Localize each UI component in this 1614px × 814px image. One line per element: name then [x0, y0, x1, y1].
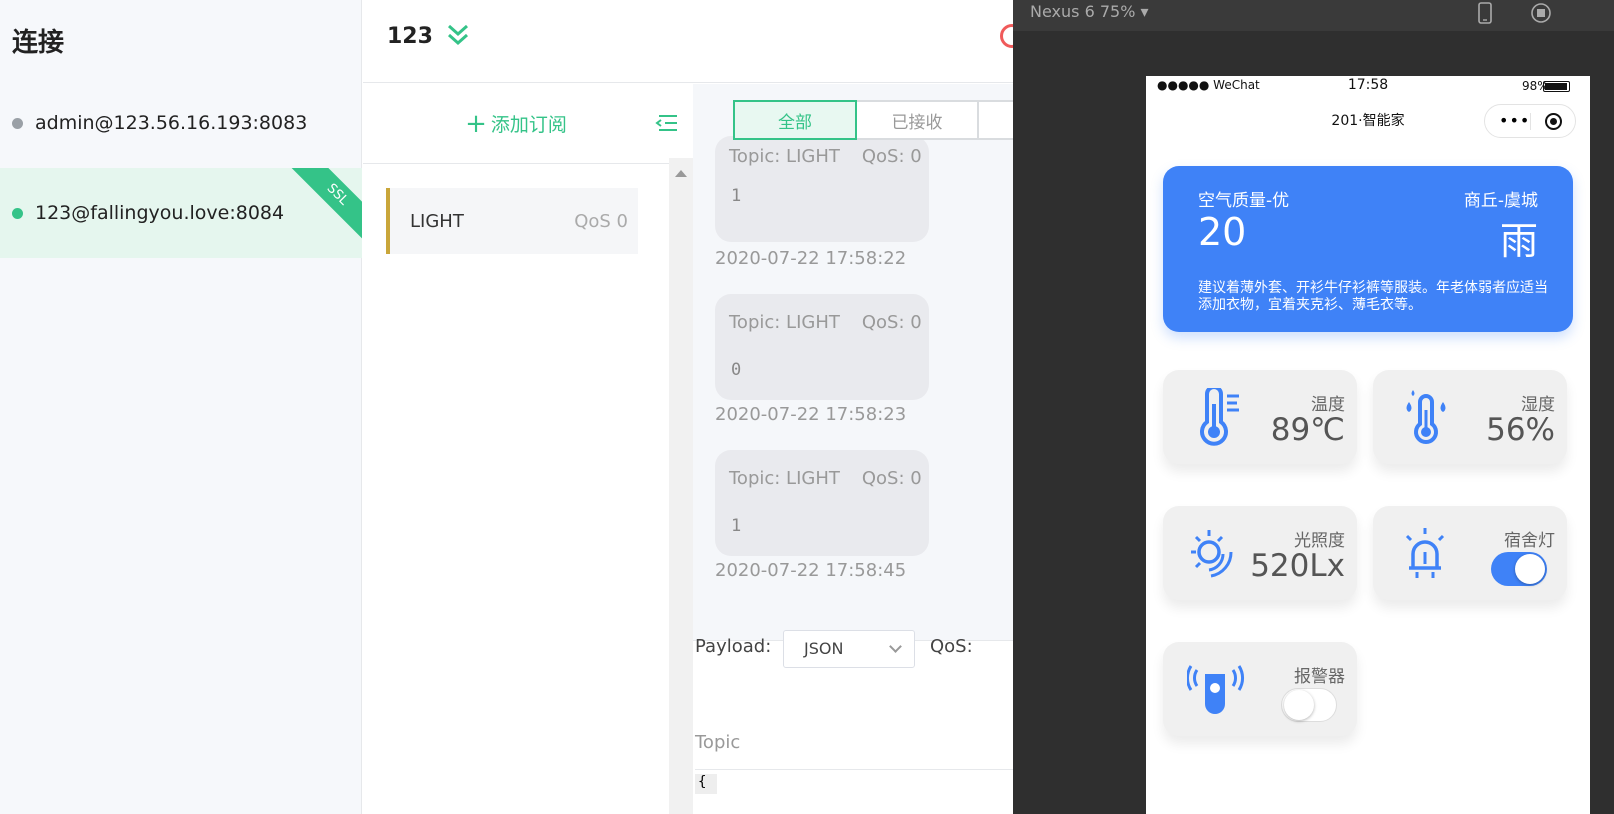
record-icon[interactable] [1530, 2, 1552, 24]
qos-label: QoS: [930, 636, 973, 657]
scroll-up-icon[interactable] [675, 170, 687, 177]
connections-sidebar: 连接 admin@123.56.16.193:8083 123@fallingy… [0, 0, 362, 814]
message-qos: QoS: 0 [861, 146, 922, 167]
close-target-icon[interactable] [1545, 113, 1562, 130]
subscription-qos: QoS 0 [574, 210, 628, 232]
device-select[interactable]: Nexus 6 75% ▾ [1030, 2, 1149, 21]
message-time: 2020-07-22 17:58:22 [715, 248, 907, 269]
control-card-light: 宿舍灯 [1373, 506, 1567, 600]
weather-card: 空气质量-优 20 商丘-虞城 雨 建议着薄外套、开衫牛仔衫裤等服装。年老体弱者… [1163, 166, 1573, 332]
phone-icon[interactable] [1477, 2, 1493, 24]
card-label: 宿舍灯 [1504, 531, 1555, 551]
divider [695, 769, 1013, 770]
toggle-knob [1284, 690, 1314, 720]
message-topic: Topic: LIGHT [729, 146, 840, 167]
sensor-card-humidity: 湿度 56% [1373, 370, 1567, 464]
payload-label: Payload: [695, 636, 772, 657]
message-time: 2020-07-22 17:58:45 [715, 560, 907, 581]
message-payload: 1 [731, 186, 742, 206]
connection-item[interactable]: admin@123.56.16.193:8083 [0, 78, 362, 168]
thermometer-icon [1200, 388, 1239, 446]
connection-label: 123@fallingyou.love:8084 [35, 202, 285, 224]
subscription-topic: LIGHT [410, 210, 464, 232]
payload-format-value: JSON [804, 639, 844, 658]
message-bubble: Topic: LIGHT QoS: 0 0 [715, 294, 929, 400]
chevron-down-icon [889, 640, 902, 653]
message-topic: Topic: LIGHT [729, 312, 840, 333]
tab-sent[interactable] [977, 100, 1013, 140]
message-filter-tabs: 全部 已接收 [733, 100, 1013, 140]
status-dot-icon [12, 207, 23, 219]
subscriptions-panel: + 添加订阅 LIGHT QoS 0 [363, 84, 677, 814]
subscription-item[interactable]: LIGHT QoS 0 [386, 188, 638, 254]
more-icon[interactable]: ••• [1499, 111, 1530, 130]
battery-icon [1543, 81, 1570, 92]
toggle-knob [1515, 554, 1545, 584]
control-card-alarm: 报警器 [1163, 642, 1357, 736]
message-payload: 0 [731, 360, 742, 380]
double-chevron-down-icon[interactable] [445, 20, 471, 50]
buzzer-icon [1187, 665, 1244, 714]
message-qos: QoS: 0 [861, 468, 922, 489]
collapse-list-icon[interactable] [655, 112, 677, 134]
message-time: 2020-07-22 17:58:23 [715, 404, 907, 425]
tab-received[interactable]: 已接收 [855, 100, 979, 140]
air-quality-label: 空气质量-优 [1198, 191, 1290, 211]
message-list: Topic: LIGHT QoS: 0 1 2020-07-22 17:58:22… [693, 84, 1013, 640]
card-value: 520Lx [1250, 548, 1345, 584]
status-dot-icon [12, 117, 23, 129]
message-qos: QoS: 0 [861, 312, 922, 333]
message-bubble: Topic: LIGHT QoS: 0 1 [715, 136, 929, 242]
add-subscription-button[interactable]: + 添加订阅 [363, 84, 669, 164]
card-value: 56% [1486, 412, 1555, 448]
simulator-toolbar: Nexus 6 75% ▾ [1013, 0, 1614, 31]
card-value: 89℃ [1270, 412, 1345, 448]
humidity-icon [1406, 390, 1446, 444]
message-payload: 1 [731, 516, 742, 536]
ssl-badge: SSL [288, 168, 362, 244]
add-subscription-label: 添加订阅 [490, 114, 567, 136]
scrollbar[interactable] [669, 158, 693, 814]
connection-label: admin@123.56.16.193:8083 [35, 112, 308, 134]
connection-header: 123 [363, 0, 1024, 83]
connection-item-active[interactable]: 123@fallingyou.love:8084 SSL [0, 168, 362, 258]
sensor-card-light: 光照度 520Lx [1163, 506, 1357, 600]
status-bar: ●●●●● WeChat 17:58 98% [1146, 76, 1590, 98]
sun-icon [1191, 530, 1233, 578]
tab-all[interactable]: 全部 [733, 100, 857, 140]
capsule-menu[interactable]: ••• [1484, 104, 1576, 138]
device-label: Nexus 6 75% [1030, 2, 1136, 21]
weather-tip: 建议着薄外套、开衫牛仔衫裤等服装。年老体弱者应适当添加衣物，宜着夹克衫、薄毛衣等… [1198, 280, 1548, 313]
alarm-toggle[interactable] [1281, 688, 1337, 722]
message-bubble: Topic: LIGHT QoS: 0 1 [715, 450, 929, 556]
payload-format-select[interactable]: JSON [783, 630, 915, 668]
payload-editor[interactable]: { [695, 774, 717, 794]
city-label: 商丘-虞城 [1463, 191, 1538, 211]
simulator-panel: Nexus 6 75% ▾ ●●●●● WeChat 17:58 98% 201… [1013, 0, 1614, 814]
weather-condition: 雨 [1499, 219, 1538, 263]
message-topic: Topic: LIGHT [729, 468, 840, 489]
plus-icon: + [465, 108, 487, 139]
light-toggle[interactable] [1491, 552, 1547, 586]
topic-input[interactable]: Topic [695, 732, 740, 753]
air-quality-value: 20 [1198, 210, 1247, 254]
sidebar-title: 连接 [12, 28, 65, 58]
card-label: 报警器 [1294, 667, 1345, 687]
alarm-light-icon [1405, 528, 1445, 578]
divider [1530, 113, 1531, 130]
sensor-card-temperature: 温度 89℃ [1163, 370, 1357, 464]
connection-name: 123 [387, 24, 433, 49]
phone-screen: ●●●●● WeChat 17:58 98% 201·智能家 ••• 空气质量-… [1146, 76, 1590, 814]
